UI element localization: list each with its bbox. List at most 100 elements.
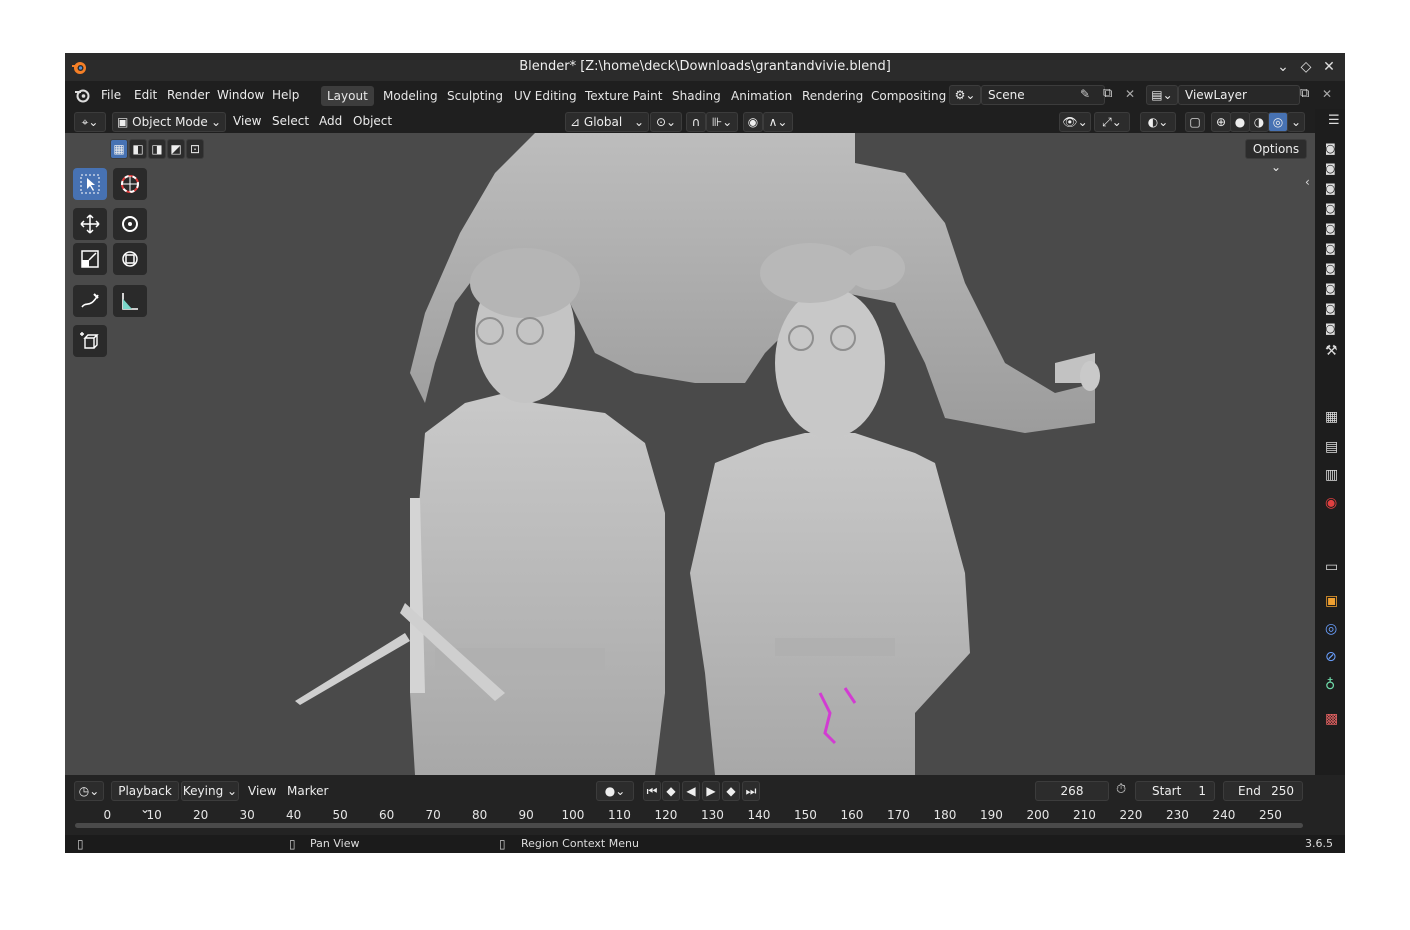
playback-menu[interactable]: Playback ⌄	[111, 781, 179, 816]
delete-viewlayer-icon[interactable]: ✕	[1322, 87, 1332, 101]
viewlayer-name-field[interactable]: ViewLayer	[1178, 85, 1300, 105]
tool-properties-icon[interactable]: ⚒	[1325, 343, 1338, 359]
next-keyframe-button[interactable]: ◆	[722, 781, 740, 801]
tool-select-box[interactable]	[73, 168, 107, 200]
view-layer-properties-icon[interactable]: ▥	[1325, 467, 1338, 483]
constraint-properties-icon[interactable]: ⊘	[1325, 649, 1337, 665]
transform-orientation-selector[interactable]: ⊿ Global ⌄	[565, 112, 649, 132]
menu-edit[interactable]: Edit	[134, 88, 157, 102]
minimize-icon[interactable]: ⌄	[1275, 59, 1291, 75]
move-icon	[80, 214, 100, 234]
tool-cursor[interactable]	[113, 168, 147, 200]
scene-properties-icon[interactable]: ◉	[1325, 495, 1337, 511]
header-menu-add[interactable]: Add	[319, 114, 342, 128]
select-mode-intersect-button[interactable]: ⊡	[186, 139, 204, 159]
menu-render[interactable]: Render	[167, 88, 210, 102]
select-mode-extend-button[interactable]: ◧	[129, 139, 147, 159]
pin-icon[interactable]: ✎	[1080, 87, 1090, 101]
menu-file[interactable]: File	[101, 88, 121, 102]
blender-menu-icon[interactable]	[74, 87, 90, 103]
mouse-left-icon: ▯	[77, 837, 84, 851]
select-mode-subtract-button[interactable]: ◨	[148, 139, 166, 159]
object-properties-icon[interactable]: ▣	[1325, 593, 1338, 609]
tool-move[interactable]	[73, 208, 107, 240]
options-button[interactable]: Options ⌄	[1245, 139, 1307, 174]
texture-properties-icon[interactable]: ▩	[1325, 711, 1338, 727]
shading-wireframe-button[interactable]: ⊕	[1211, 112, 1231, 132]
outliner-toggle-icon[interactable]: ☰	[1328, 113, 1340, 128]
editor-type-button[interactable]: ⌖⌄	[74, 112, 106, 132]
keying-menu[interactable]: Keying ⌄	[181, 781, 239, 801]
delete-scene-icon[interactable]: ✕	[1125, 87, 1135, 101]
timeline-menu-marker[interactable]: Marker	[287, 784, 328, 798]
select-mode-new-button[interactable]: ▦	[110, 139, 128, 159]
tab-modeling[interactable]: Modeling	[377, 86, 444, 106]
tool-rotate[interactable]	[113, 208, 147, 240]
falloff-button[interactable]: ∧⌄	[763, 112, 793, 132]
snap-toggle-button[interactable]: ∩	[686, 112, 706, 132]
menu-help[interactable]: Help	[272, 88, 299, 102]
tool-measure[interactable]	[113, 285, 147, 317]
menu-window[interactable]: Window	[217, 88, 264, 102]
tab-animation[interactable]: Animation	[725, 86, 798, 106]
new-viewlayer-icon[interactable]: ⧉	[1300, 86, 1309, 101]
viewlayer-selector-button[interactable]: ▤⌄	[1146, 85, 1178, 105]
prev-keyframe-button[interactable]: ◆	[662, 781, 680, 801]
current-frame-field[interactable]: 268	[1035, 781, 1109, 801]
shading-material-button[interactable]: ◑	[1249, 112, 1269, 132]
end-frame-field[interactable]: End 250	[1223, 781, 1303, 801]
timeline-scrollbar[interactable]	[75, 823, 1303, 828]
overlay-button[interactable]: ◐⌄	[1140, 112, 1176, 132]
tab-layout[interactable]: Layout	[321, 86, 374, 106]
gizmo-button[interactable]: ⤢⌄	[1094, 112, 1130, 132]
world-properties-icon[interactable]: ▭	[1325, 559, 1338, 575]
tab-rendering[interactable]: Rendering	[796, 86, 869, 106]
data-properties-icon[interactable]: ♁	[1325, 677, 1335, 693]
play-button[interactable]: ▶	[702, 781, 720, 801]
render-properties-icon[interactable]: ▦	[1325, 409, 1338, 425]
modifier-properties-icon[interactable]: ◎	[1325, 621, 1337, 637]
jump-end-button[interactable]: ⏭	[742, 781, 760, 801]
visibility-button[interactable]: 👁⌄	[1059, 112, 1091, 132]
timeline-editor-type-button[interactable]: ◷⌄	[74, 781, 104, 801]
maximize-icon[interactable]: ◇	[1298, 59, 1314, 75]
proportional-edit-button[interactable]: ◉	[743, 112, 763, 132]
output-properties-icon[interactable]: ▤	[1325, 439, 1338, 455]
tab-texture-paint[interactable]: Texture Paint	[579, 86, 668, 106]
tab-shading[interactable]: Shading	[666, 86, 727, 106]
start-frame-field[interactable]: Start 1	[1135, 781, 1215, 801]
close-icon[interactable]: ✕	[1321, 59, 1337, 75]
tool-transform[interactable]	[113, 243, 147, 275]
frame-tick: 250	[1259, 808, 1282, 822]
tool-scale[interactable]	[73, 243, 107, 275]
mode-selector[interactable]: ▣ Object Mode ⌄	[112, 112, 226, 132]
xray-button[interactable]: ▢	[1185, 112, 1205, 132]
header-menu-object[interactable]: Object	[353, 114, 392, 128]
stopwatch-icon[interactable]: ⏱	[1116, 782, 1126, 797]
shading-options-button[interactable]: ⌄	[1287, 112, 1305, 132]
pivot-point-button[interactable]: ⊙⌄	[650, 112, 682, 132]
tool-annotate[interactable]	[73, 285, 107, 317]
camera-icon[interactable]: ◙ ◙ ◙ ◙ ◙ ◙ ◙ ◙ ◙ ◙	[1325, 139, 1336, 339]
collapse-sidebar-icon[interactable]: ‹	[1305, 175, 1310, 189]
play-reverse-button[interactable]: ◀	[682, 781, 700, 801]
mouse-middle-icon: ▯	[289, 837, 296, 851]
auto-keying-button[interactable]: ●⌄	[596, 781, 634, 801]
tab-compositing[interactable]: Compositing	[865, 86, 952, 106]
frame-tick: 150	[794, 808, 817, 822]
tab-sculpting[interactable]: Sculpting	[441, 86, 509, 106]
new-scene-icon[interactable]: ⧉	[1103, 86, 1112, 101]
shading-rendered-button[interactable]: ◎	[1268, 112, 1288, 132]
tool-add-cube[interactable]	[73, 325, 107, 357]
3d-viewport[interactable]: ▦ ◧ ◨ ◩ ⊡ Options ⌄ ‹	[65, 133, 1315, 775]
header-menu-select[interactable]: Select	[272, 114, 309, 128]
select-mode-invert-button[interactable]: ◩	[167, 139, 185, 159]
tab-uv-editing[interactable]: UV Editing	[508, 86, 583, 106]
jump-start-button[interactable]: ⏮	[643, 781, 661, 801]
header-menu-view[interactable]: View	[233, 114, 261, 128]
scene-selector-button[interactable]: ⚙⌄	[949, 85, 981, 105]
shading-solid-button[interactable]: ●	[1230, 112, 1250, 132]
timeline-menu-view[interactable]: View	[248, 784, 276, 798]
frame-tick: 10	[146, 808, 162, 822]
snap-target-button[interactable]: ⊪⌄	[706, 112, 738, 132]
